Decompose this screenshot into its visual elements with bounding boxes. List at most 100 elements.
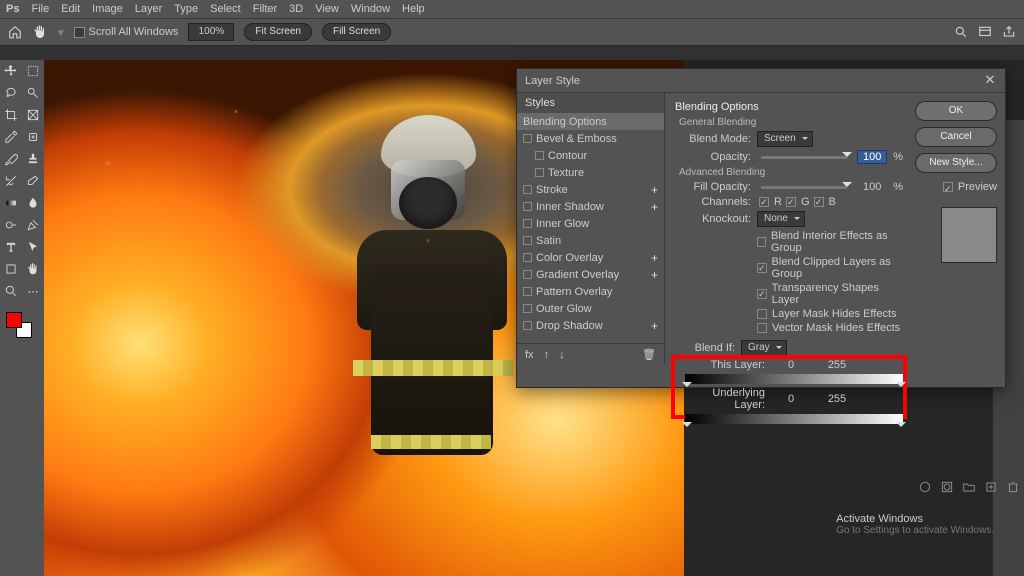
search-icon[interactable]	[954, 25, 968, 39]
stamp-tool[interactable]	[22, 148, 44, 170]
menu-image[interactable]: Image	[92, 3, 123, 15]
style-satin[interactable]: Satin	[517, 232, 664, 249]
style-texture[interactable]: Texture	[517, 164, 664, 181]
menu-3d[interactable]: 3D	[289, 3, 303, 15]
add-icon[interactable]: +	[651, 319, 658, 333]
cancel-button[interactable]: Cancel	[915, 127, 997, 147]
channel-b-checkbox[interactable]: B	[814, 196, 836, 208]
fill-opacity-field[interactable]: 100	[857, 181, 887, 193]
blend-mode-dropdown[interactable]: Screen	[757, 131, 813, 147]
adjustment-icon[interactable]	[918, 480, 932, 494]
style-drop-shadow[interactable]: Drop Shadow+	[517, 317, 664, 334]
quick-select-tool[interactable]	[22, 82, 44, 104]
workspace-icon[interactable]	[978, 25, 992, 39]
layer-mask-hides-checkbox[interactable]: Layer Mask Hides Effects	[757, 308, 903, 320]
style-gradient-overlay[interactable]: Gradient Overlay+	[517, 266, 664, 283]
fx-icon[interactable]: fx	[525, 349, 534, 361]
trash-icon[interactable]: 🗑	[642, 348, 656, 361]
style-blending-options[interactable]: Blending Options	[517, 113, 664, 130]
new-group-icon[interactable]	[962, 480, 976, 494]
home-icon[interactable]	[8, 25, 22, 39]
zoom-field[interactable]: 100%	[188, 23, 234, 41]
app-logo: Ps	[6, 3, 19, 15]
shape-tool[interactable]	[0, 258, 22, 280]
add-icon[interactable]: +	[651, 268, 658, 282]
frame-tool[interactable]	[22, 104, 44, 126]
dodge-tool[interactable]	[0, 214, 22, 236]
ok-button[interactable]: OK	[915, 101, 997, 121]
style-color-overlay[interactable]: Color Overlay+	[517, 249, 664, 266]
path-select-tool[interactable]	[22, 236, 44, 258]
menu-help[interactable]: Help	[402, 3, 425, 15]
add-icon[interactable]: +	[651, 183, 658, 197]
vector-mask-hides-checkbox[interactable]: Vector Mask Hides Effects	[757, 322, 903, 334]
fill-opacity-slider[interactable]	[761, 186, 847, 189]
close-icon[interactable]: ✕	[983, 74, 997, 88]
menu-filter[interactable]: Filter	[253, 3, 277, 15]
history-brush-tool[interactable]	[0, 170, 22, 192]
fit-screen-button[interactable]: Fit Screen	[244, 23, 312, 41]
crop-tool[interactable]	[0, 104, 22, 126]
blend-clipped-checkbox[interactable]: Blend Clipped Layers as Group	[757, 256, 903, 280]
opacity-field[interactable]: 100	[857, 150, 887, 164]
menu-select[interactable]: Select	[210, 3, 241, 15]
menu-view[interactable]: View	[315, 3, 339, 15]
move-tool[interactable]	[0, 60, 22, 82]
delete-icon[interactable]	[1006, 480, 1020, 494]
menu-type[interactable]: Type	[174, 3, 198, 15]
underlying-low: 0	[771, 393, 811, 405]
dialog-buttons: OK Cancel New Style... Preview	[913, 93, 1005, 365]
style-contour[interactable]: Contour	[517, 147, 664, 164]
color-swatches[interactable]	[0, 306, 44, 350]
style-inner-glow[interactable]: Inner Glow	[517, 215, 664, 232]
hand-tool[interactable]	[22, 258, 44, 280]
underlying-ramp[interactable]	[685, 414, 903, 424]
menu-edit[interactable]: Edit	[61, 3, 80, 15]
knockout-dropdown[interactable]: None	[757, 211, 805, 227]
zoom-tool[interactable]	[0, 280, 22, 302]
share-icon[interactable]	[1002, 25, 1016, 39]
style-stroke[interactable]: Stroke+	[517, 181, 664, 198]
this-layer-high: 255	[817, 359, 857, 371]
menu-bar: Ps File Edit Image Layer Type Select Fil…	[0, 0, 1024, 18]
opacity-slider[interactable]	[761, 156, 847, 159]
blend-interior-checkbox[interactable]: Blend Interior Effects as Group	[757, 230, 903, 254]
foreground-color-swatch[interactable]	[6, 312, 22, 328]
channel-g-checkbox[interactable]: G	[786, 196, 810, 208]
eyedropper-tool[interactable]	[0, 126, 22, 148]
panel-title: Blending Options	[675, 101, 903, 113]
style-bevel[interactable]: Bevel & Emboss	[517, 130, 664, 147]
style-outer-glow[interactable]: Outer Glow	[517, 300, 664, 317]
healing-tool[interactable]	[22, 126, 44, 148]
fill-screen-button[interactable]: Fill Screen	[322, 23, 391, 41]
marquee-tool[interactable]	[22, 60, 44, 82]
edit-toolbar[interactable]: ⋯	[22, 280, 44, 302]
hand-tool-icon[interactable]	[32, 24, 48, 40]
scroll-all-windows-checkbox[interactable]: Scroll All Windows	[74, 26, 179, 38]
channel-r-checkbox[interactable]: R	[759, 196, 782, 208]
brush-tool[interactable]	[0, 148, 22, 170]
preview-checkbox[interactable]: Preview	[943, 181, 997, 193]
add-icon[interactable]: +	[651, 251, 658, 265]
arrow-up-icon[interactable]: ↑	[544, 349, 550, 361]
new-style-button[interactable]: New Style...	[915, 153, 997, 173]
transparency-shapes-checkbox[interactable]: Transparency Shapes Layer	[757, 282, 903, 306]
eraser-tool[interactable]	[22, 170, 44, 192]
menu-layer[interactable]: Layer	[135, 3, 163, 15]
arrow-down-icon[interactable]: ↓	[559, 349, 565, 361]
style-pattern-overlay[interactable]: Pattern Overlay	[517, 283, 664, 300]
menu-window[interactable]: Window	[351, 3, 390, 15]
this-layer-ramp[interactable]	[685, 374, 903, 384]
style-inner-shadow[interactable]: Inner Shadow+	[517, 198, 664, 215]
blur-tool[interactable]	[22, 192, 44, 214]
lasso-tool[interactable]	[0, 82, 22, 104]
new-layer-icon[interactable]	[984, 480, 998, 494]
pen-tool[interactable]	[22, 214, 44, 236]
blend-if-dropdown[interactable]: Gray	[741, 340, 787, 356]
type-tool[interactable]	[0, 236, 22, 258]
menu-file[interactable]: File	[31, 3, 49, 15]
gradient-tool[interactable]	[0, 192, 22, 214]
preview-swatch	[941, 207, 997, 263]
add-icon[interactable]: +	[651, 200, 658, 214]
mask-icon[interactable]	[940, 480, 954, 494]
